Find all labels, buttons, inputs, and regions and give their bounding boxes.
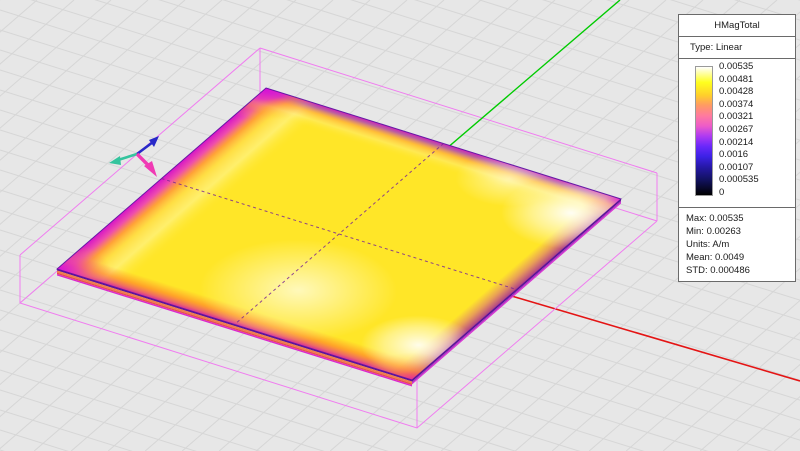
stat-units: Units: A/m [686, 239, 730, 250]
legend-title: HMagTotal [679, 15, 795, 37]
colorbar-tick: 0.00374 [719, 98, 754, 110]
colorbar-tick: 0.00107 [719, 161, 754, 173]
legend-statistics: Max: 0.00535 Min: 0.00263 Units: A/m Mea… [679, 208, 795, 281]
stat-std: STD: 0.000486 [686, 265, 750, 276]
colorbar-tick-labels: 0.00535 0.00481 0.00428 0.00374 0.00321 … [719, 62, 759, 198]
colorbar-tick: 0.00267 [719, 123, 754, 135]
stat-max: Max: 0.00535 [686, 213, 744, 224]
colorbar-tick: 0.00214 [719, 136, 754, 148]
colorbar-tick: 0.00535 [719, 61, 754, 72]
colorbar-tick: 0.000535 [719, 174, 759, 186]
field-scale-legend[interactable]: HMagTotal Type: Linear 0.00535 0.00481 0… [678, 14, 796, 282]
legend-scale-type: Type: Linear [679, 37, 795, 59]
legend-colorbar-section: 0.00535 0.00481 0.00428 0.00374 0.00321 … [679, 59, 795, 208]
colorbar-gradient [695, 66, 713, 196]
colorbar-tick: 0.00481 [719, 73, 754, 85]
colorbar-tick: 0.0016 [719, 149, 749, 161]
stat-mean: Mean: 0.0049 [686, 252, 745, 263]
stat-min: Min: 0.00263 [686, 226, 741, 237]
3d-model-viewport[interactable]: HMagTotal Type: Linear 0.00535 0.00481 0… [0, 0, 800, 451]
colorbar-tick: 0 [719, 186, 725, 198]
colorbar-tick: 0.00428 [719, 86, 754, 98]
colorbar-tick: 0.00321 [719, 111, 754, 123]
